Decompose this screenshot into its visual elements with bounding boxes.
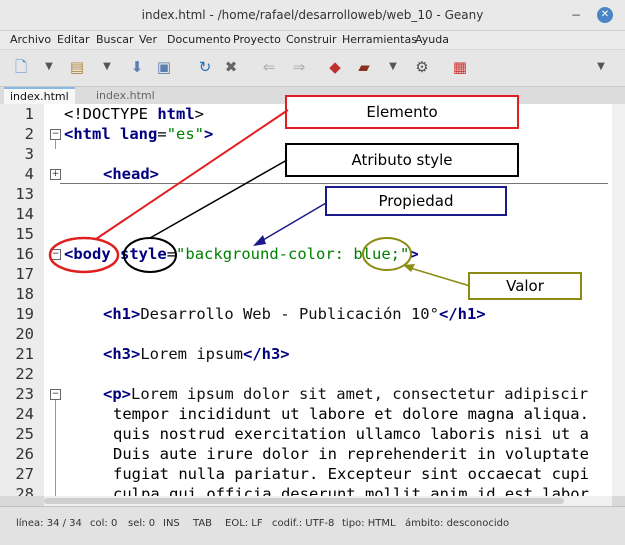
line-number: 25 (15, 425, 34, 443)
annotation-atributo-style: Atributo style (285, 143, 519, 177)
line-number: 26 (15, 445, 34, 463)
menu-editar[interactable]: Editar (57, 33, 90, 46)
menu-ayuda[interactable]: Ayuda (415, 33, 449, 46)
reload-icon[interactable]: ↻ (196, 58, 214, 76)
menu-construir[interactable]: Construir (286, 33, 337, 46)
status-filetype: tipo: HTML (342, 518, 396, 529)
build-icon[interactable]: ▰ (354, 58, 374, 76)
window-title: index.html - /home/rafael/desarrolloweb/… (141, 8, 484, 22)
compile-icon[interactable]: ◆ (325, 58, 345, 76)
code-line-27: fugiat nulla pariatur. Excepteur sint oc… (113, 465, 589, 483)
line-number: 21 (15, 345, 34, 363)
minimize-button[interactable]: − (571, 8, 581, 22)
menu-documento[interactable]: Documento (167, 33, 231, 46)
toolbar: 🗋 ▼ ▤ ▼ ⬇ ▣ ↻ ✖ ⇐ ⇒ ◆ ▰ ▼ ⚙ ▦ ▼ (0, 50, 625, 87)
save-all-icon[interactable]: ▣ (155, 58, 173, 76)
line-number: 20 (15, 325, 34, 343)
status-scope: ámbito: desconocido (405, 518, 510, 529)
fold-separator (60, 183, 608, 184)
line-number: 28 (15, 485, 34, 496)
annotation-valor: Valor (468, 272, 582, 300)
new-file-icon[interactable]: 🗋 (12, 58, 30, 76)
status-encoding: codif.: UTF-8 (272, 518, 335, 529)
line-number: 14 (15, 205, 34, 223)
chevron-down-icon[interactable]: ▼ (100, 58, 114, 76)
status-ins: INS (163, 518, 180, 529)
line-number: 17 (15, 265, 34, 283)
overflow-menu-icon[interactable]: ▼ (594, 58, 608, 76)
status-line: línea: 34 / 34 (16, 518, 82, 529)
annotation-elemento: Elemento (285, 95, 519, 129)
fold-expand-icon[interactable]: + (50, 169, 61, 180)
code-line-19: <h1>Desarrollo Web - Publicación 10°</h1… (103, 305, 486, 323)
fold-collapse-icon[interactable]: − (50, 129, 61, 140)
back-icon[interactable]: ⇐ (260, 58, 278, 76)
code-line-26: Duis aute irure dolor in reprehenderit i… (113, 445, 589, 463)
code-line-23: <p>Lorem ipsum dolor sit amet, consectet… (103, 385, 589, 403)
fold-line (55, 139, 56, 149)
line-number: 24 (15, 405, 34, 423)
save-icon[interactable]: ⬇ (128, 58, 146, 76)
line-number: 15 (15, 225, 34, 243)
menu-proyecto[interactable]: Proyecto (233, 33, 281, 46)
status-eol: EOL: LF (225, 518, 263, 529)
preferences-icon[interactable]: ⚙ (412, 58, 432, 76)
line-number: 27 (15, 465, 34, 483)
fold-collapse-icon[interactable]: − (50, 389, 61, 400)
fold-collapse-icon[interactable]: − (50, 249, 61, 260)
code-line-28: culpa qui officia deserunt mollit anim i… (113, 485, 589, 496)
fold-line (55, 400, 56, 496)
color-chooser-icon[interactable]: ▦ (450, 58, 470, 76)
code-line-4: <head> (103, 165, 159, 183)
chevron-down-icon[interactable]: ▼ (42, 58, 56, 76)
line-number: 18 (15, 285, 34, 303)
code-line-1: <!DOCTYPE html> (64, 105, 204, 123)
status-bar: línea: 34 / 34 col: 0 sel: 0 INS TAB EOL… (0, 506, 625, 545)
forward-icon[interactable]: ⇒ (290, 58, 308, 76)
menu-herramientas[interactable]: Herramientas (342, 33, 417, 46)
tab-index-html-active[interactable]: index.html (4, 87, 75, 104)
tab-index-html[interactable]: index.html (90, 87, 161, 104)
line-number: 13 (15, 185, 34, 203)
code-line-16: <body style="background-color: blue;"> (64, 245, 419, 263)
line-number: 2 (24, 125, 34, 143)
title-bar: index.html - /home/rafael/desarrolloweb/… (0, 0, 625, 31)
close-window-button[interactable]: ✕ (597, 7, 613, 23)
close-file-icon[interactable]: ✖ (222, 58, 240, 76)
status-col: col: 0 (90, 518, 118, 529)
code-line-24: tempor incididunt ut labore et dolore ma… (113, 405, 589, 423)
status-tab: TAB (193, 518, 213, 529)
annotation-propiedad: Propiedad (325, 186, 507, 216)
status-sel: sel: 0 (128, 518, 156, 529)
menu-buscar[interactable]: Buscar (96, 33, 134, 46)
line-number: 16 (15, 245, 34, 263)
chevron-down-icon[interactable]: ▼ (386, 58, 400, 76)
line-number: 19 (15, 305, 34, 323)
line-number: 23 (15, 385, 34, 403)
menu-archivo[interactable]: Archivo (10, 33, 51, 46)
line-number: 3 (24, 145, 34, 163)
menu-bar: Archivo Editar Buscar Ver Documento Proy… (0, 31, 625, 49)
line-number: 22 (15, 365, 34, 383)
horizontal-scrollbar[interactable] (44, 496, 612, 506)
code-line-25: quis nostrud exercitation ullamco labori… (113, 425, 589, 443)
vertical-scrollbar[interactable] (612, 104, 625, 496)
menu-ver[interactable]: Ver (139, 33, 157, 46)
line-number: 4 (24, 165, 34, 183)
horizontal-scrollbar-thumb[interactable] (44, 498, 564, 504)
open-file-icon[interactable]: ▤ (68, 58, 86, 76)
code-line-2: <html lang="es"> (64, 125, 214, 143)
code-line-21: <h3>Lorem ipsum</h3> (103, 345, 290, 363)
line-number-gutter: 1 2 3 4 13 14 15 16 17 18 19 20 21 22 23… (0, 104, 44, 496)
line-number: 1 (24, 105, 34, 123)
